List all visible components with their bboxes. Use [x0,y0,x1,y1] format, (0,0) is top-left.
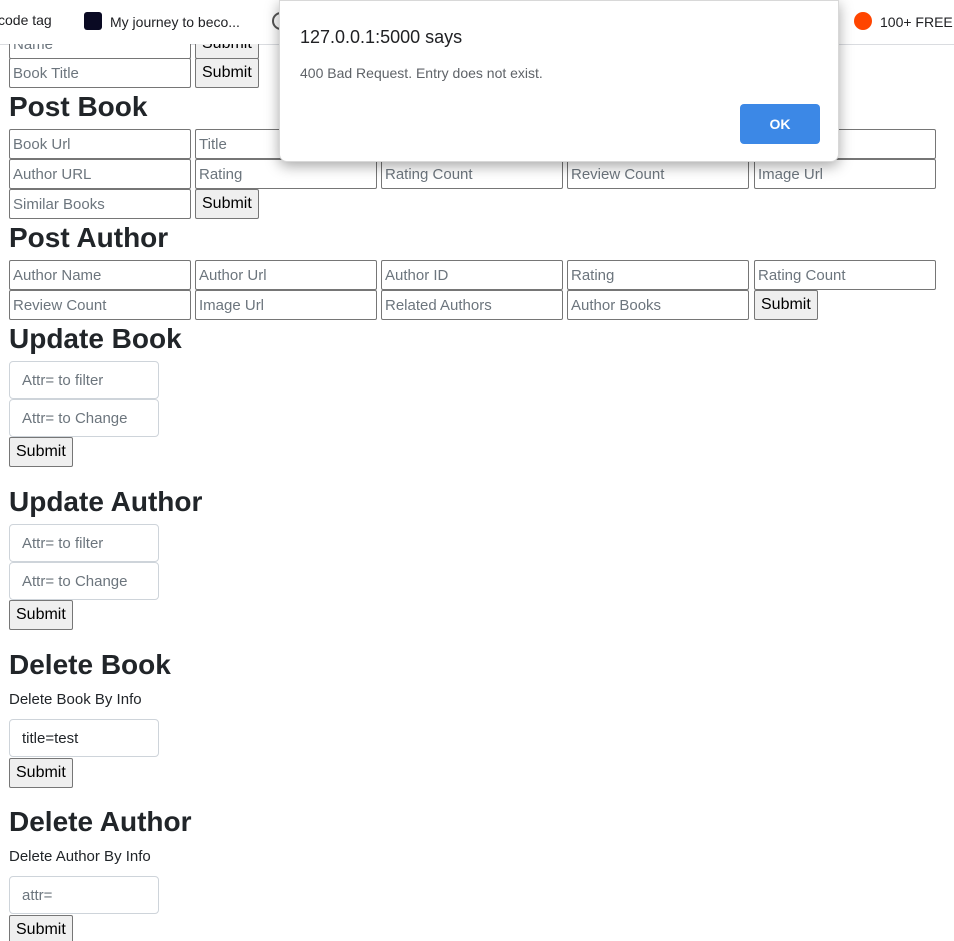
alert-dialog: 127.0.0.1:5000 says 400 Bad Request. Ent… [279,0,839,162]
rating-input[interactable] [195,159,377,189]
dialog-title: 127.0.0.1:5000 says [300,27,463,47]
delete-book-heading: Delete Book [9,649,171,680]
bookmark-label: My journey to beco... [110,14,240,30]
bookmark-code-tag[interactable]: code tag [0,12,52,28]
image-url-input[interactable] [754,159,936,189]
delete-author-heading: Delete Author [9,806,192,837]
delete-book-label: Delete Book By Info [9,691,142,708]
update-author-submit-button[interactable]: Submit [9,600,73,630]
author-url-input[interactable] [195,260,377,290]
image-url-input[interactable] [195,290,377,320]
bookmark-100-free[interactable]: 100+ FREE [854,12,953,30]
similar-books-input[interactable] [9,189,191,219]
delete-author-input[interactable] [9,876,159,914]
update-book-filter-input[interactable] [9,361,159,399]
book-title-input[interactable] [9,58,191,88]
submit-button[interactable]: Submit [195,44,259,59]
related-authors-input[interactable] [381,290,563,320]
reddit-icon [854,12,872,30]
post-author-heading: Post Author [9,222,169,253]
update-book-submit-button[interactable]: Submit [9,437,73,467]
author-url-input[interactable] [9,159,191,189]
author-id-input[interactable] [381,260,563,290]
rating-count-input[interactable] [754,260,936,290]
update-author-filter-input[interactable] [9,524,159,562]
bookmark-label: code tag [0,12,52,28]
dialog-message: 400 Bad Request. Entry does not exist. [300,65,543,81]
post-book-heading: Post Book [9,91,148,122]
delete-book-input[interactable] [9,719,159,757]
bookmark-label: 100+ FREE [880,14,953,30]
page-content: Submit Submit Post Book Submit Post Auth… [0,44,954,941]
review-count-input[interactable] [567,159,749,189]
submit-button[interactable]: Submit [195,58,259,88]
update-book-heading: Update Book [9,323,182,354]
author-books-input[interactable] [567,290,749,320]
book-url-input[interactable] [9,129,191,159]
update-book-change-input[interactable] [9,399,159,437]
bookmark-my-journey[interactable]: My journey to beco... [84,12,240,30]
review-count-input[interactable] [9,290,191,320]
name-input[interactable] [9,44,191,59]
delete-author-label: Delete Author By Info [9,848,151,865]
rating-count-input[interactable] [381,159,563,189]
rating-input[interactable] [567,260,749,290]
update-author-heading: Update Author [9,486,203,517]
post-author-submit-button[interactable]: Submit [754,290,818,320]
delete-author-submit-button[interactable]: Submit [9,915,73,941]
author-name-input[interactable] [9,260,191,290]
freecodecamp-icon [84,12,102,30]
update-author-change-input[interactable] [9,562,159,600]
post-book-submit-button[interactable]: Submit [195,189,259,219]
ok-button[interactable]: OK [740,104,820,144]
delete-book-submit-button[interactable]: Submit [9,758,73,788]
